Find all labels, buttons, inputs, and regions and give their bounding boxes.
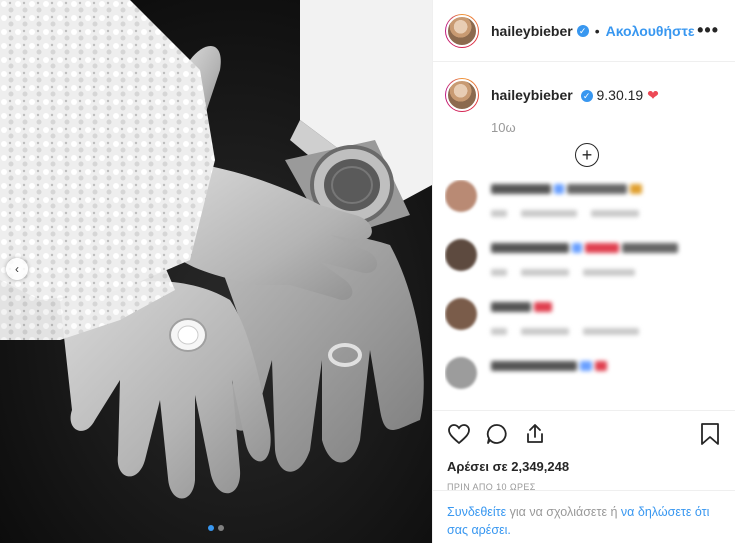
carousel-prev-button[interactable]: ‹ xyxy=(6,258,28,280)
list-item xyxy=(445,239,725,276)
follow-button[interactable]: Ακολουθήστε xyxy=(606,23,695,39)
caption-body: 9.30.19 xyxy=(596,87,644,103)
like-heart-icon[interactable] xyxy=(447,422,471,446)
avatar[interactable] xyxy=(445,13,479,48)
comment-list xyxy=(445,180,725,408)
verified-badge-icon: ✓ xyxy=(580,90,593,103)
bookmark-icon[interactable] xyxy=(699,422,721,446)
carousel-dot xyxy=(218,525,224,531)
post-modal: ‹ haileybieber ✓ • Ακολουθήστε ••• haile… xyxy=(0,0,735,543)
carousel-dots xyxy=(0,525,432,531)
post-image[interactable]: ‹ xyxy=(0,0,432,543)
login-prompt: Συνδεθείτε για να σχολιάσετε ή να δηλώσε… xyxy=(433,490,735,539)
separator: • xyxy=(594,22,600,39)
post-side-panel: haileybieber ✓ • Ακολουθήστε ••• haileyb… xyxy=(432,0,735,543)
carousel-dot xyxy=(208,525,214,531)
ring-icon xyxy=(169,318,207,352)
avatar-image xyxy=(446,79,478,111)
avatar[interactable] xyxy=(445,357,477,389)
heart-emoji: ❤ xyxy=(647,87,659,103)
caption-text: haileybieber ✓ 9.30.19 ❤ xyxy=(491,78,659,104)
caption: haileybieber ✓ 9.30.19 ❤ xyxy=(433,62,735,112)
avatar-image xyxy=(446,14,478,47)
avatar[interactable] xyxy=(445,180,477,212)
verified-badge-icon: ✓ xyxy=(576,24,589,37)
avatar[interactable] xyxy=(445,78,479,112)
list-item xyxy=(445,357,725,389)
likes-count[interactable]: Αρέσει σε 2,349,248 xyxy=(447,459,721,474)
username-link[interactable]: haileybieber xyxy=(491,23,573,39)
avatar[interactable] xyxy=(445,298,477,330)
more-options-icon[interactable]: ••• xyxy=(697,20,719,41)
load-more-comments-button[interactable]: + xyxy=(575,143,599,167)
hands-photo xyxy=(0,0,432,543)
post-header: haileybieber ✓ • Ακολουθήστε ••• xyxy=(433,0,735,62)
caption-username[interactable]: haileybieber xyxy=(491,87,573,103)
share-icon[interactable] xyxy=(523,422,547,446)
login-link[interactable]: Συνδεθείτε xyxy=(447,505,506,519)
login-text: για να σχολιάσετε ή xyxy=(506,505,621,519)
caption-age: 10ω xyxy=(491,120,516,135)
post-actions: Αρέσει σε 2,349,248 ΠΡΙΝ ΑΠΟ 10 ΩΡΕΣ xyxy=(433,410,735,492)
list-item xyxy=(445,180,725,217)
list-item xyxy=(445,298,725,335)
comment-icon[interactable] xyxy=(485,422,509,446)
avatar[interactable] xyxy=(445,239,477,271)
